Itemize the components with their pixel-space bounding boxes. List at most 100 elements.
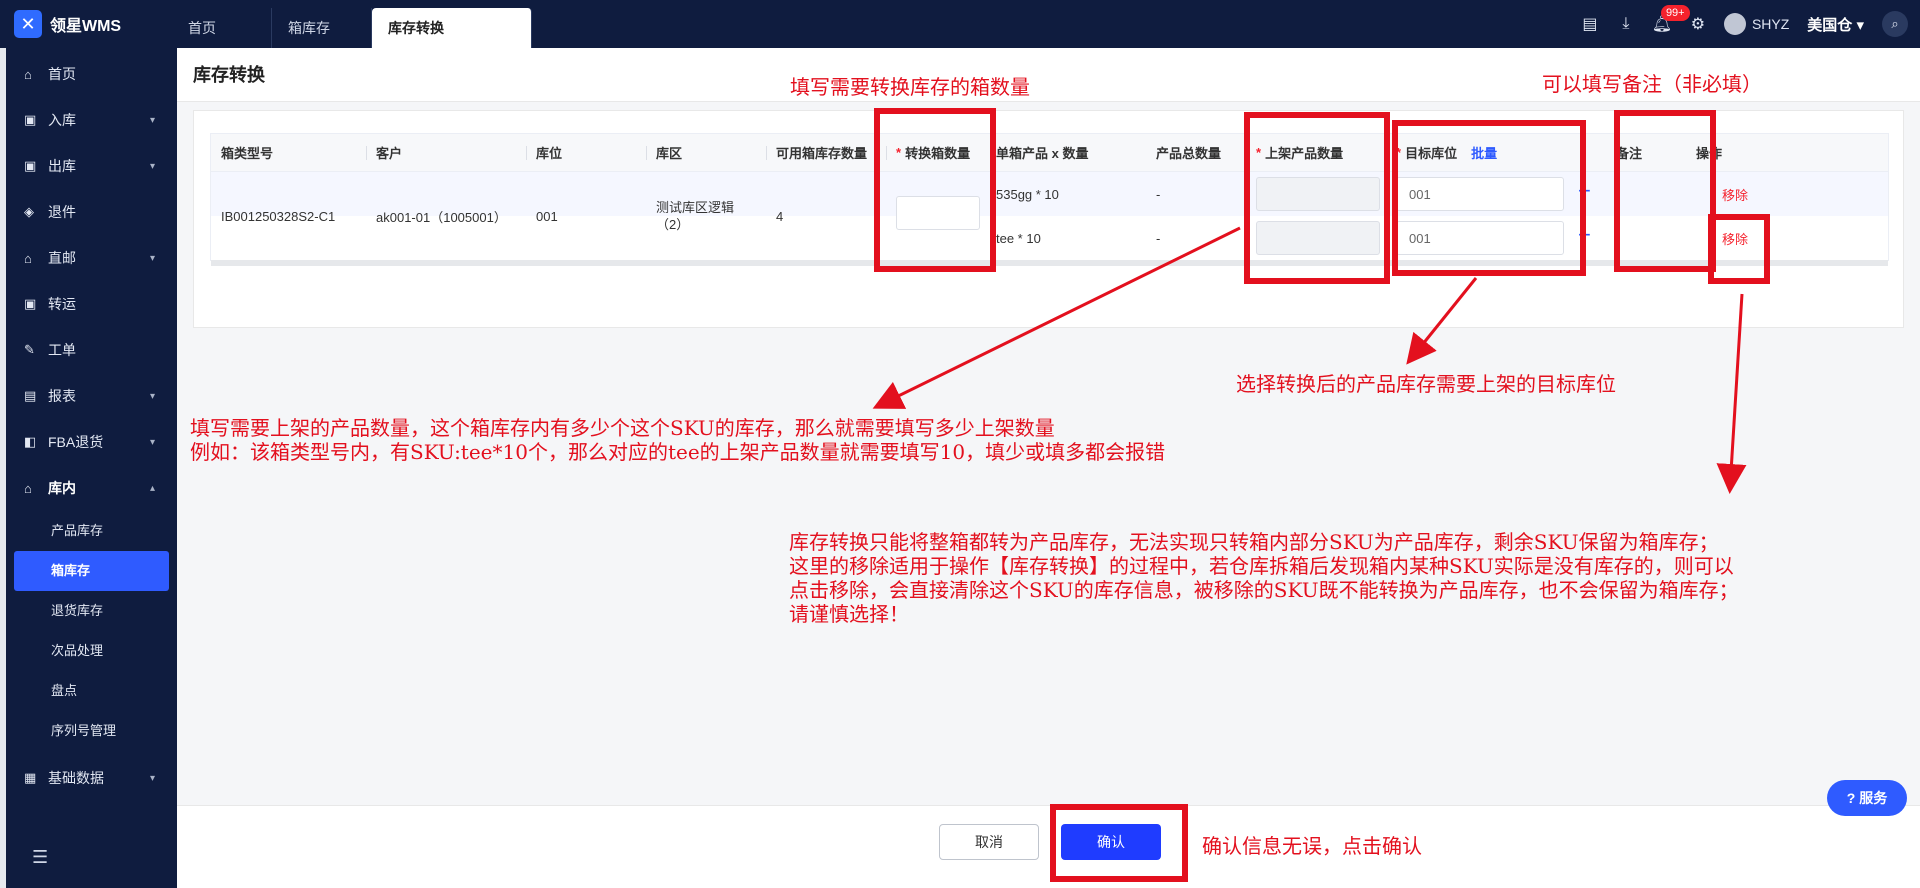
sidebar-item-transfer[interactable]: ▣ 转运 (6, 281, 177, 327)
collapse-menu-icon[interactable]: ☰ (32, 847, 48, 868)
sidebar-sub-product-inventory[interactable]: 产品库存 (6, 511, 177, 551)
sidebar-item-home[interactable]: ⌂ 首页 (6, 51, 177, 97)
sidebar-item-label: 退件 (48, 204, 76, 220)
sidebar-item-label: 首页 (48, 66, 76, 82)
annotation-confirm: 确认信息无误，点击确认 (1202, 834, 1422, 858)
sidebar-item-direct-mail[interactable]: ⌂ 直邮 ▾ (6, 235, 177, 281)
sidebar-item-returns[interactable]: ◈ 退件 (6, 189, 177, 235)
cell-available: 4 (776, 208, 784, 224)
sidebar-sub-serial[interactable]: 序列号管理 (6, 711, 177, 751)
header-actions: ▤ ⤓ 🔔︎ 99+ ⚙ SHYZ 美国仓 ▾ ⌕ (1572, 0, 1920, 48)
sidebar-sub-stocktake[interactable]: 盘点 (6, 671, 177, 711)
sidebar-item-label: 工单 (48, 342, 76, 358)
col-label: 箱类型号 (221, 146, 274, 161)
bell-icon[interactable]: 🔔︎ 99+ (1647, 5, 1690, 39)
annotation-box-shelve-qty (1244, 112, 1390, 284)
help-icon: ? (1846, 790, 1856, 806)
zone-sub: （2） (656, 217, 690, 232)
remove-link-1[interactable]: 移除 (1722, 185, 1748, 204)
service-label: 服务 (1859, 790, 1888, 806)
cell-customer: ak001-01（1005001） (376, 209, 507, 225)
clipboard-icon[interactable]: ▤ (1575, 9, 1605, 39)
fba-icon: ◧ (24, 434, 37, 449)
annotation-box-remark (1614, 110, 1716, 272)
service-button[interactable]: ? 服务 (1827, 780, 1907, 816)
col-available: 可用箱库存数量 (766, 134, 886, 171)
cell-box-type: IB001250328S2-C1 (221, 208, 336, 224)
col-total-qty: 产品总数量 (1146, 134, 1246, 171)
cell-product-1: 535gg * 10 (996, 186, 1059, 202)
sidebar-item-fba-returns[interactable]: ◧ FBA退货 ▾ (6, 419, 177, 465)
sidebar-item-work-order[interactable]: ✎ 工单 (6, 327, 177, 373)
sidebar-item-inbound[interactable]: ▣ 入库 ▾ (6, 97, 177, 143)
warehouse-select[interactable]: 美国仓 ▾ (1807, 14, 1864, 35)
grid-icon: ▦ (24, 770, 37, 785)
cell-location: 001 (536, 208, 558, 224)
zone-name: 测试库区逻辑 (656, 200, 735, 215)
chevron-down-icon: ▾ (149, 436, 155, 448)
chevron-down-icon: ▾ (149, 772, 155, 784)
tab-box-inventory[interactable]: 箱库存 (272, 8, 372, 48)
sidebar-item-label: 报表 (48, 388, 76, 404)
annotation-remove-4: 请谨慎选择！ (789, 602, 909, 626)
transfer-icon: ▣ (24, 296, 37, 311)
sidebar-item-basic-data[interactable]: ▦ 基础数据 ▾ (6, 755, 177, 801)
cell-zone: 测试库区逻辑 （2） (646, 172, 734, 260)
col-label: 单箱产品 x 数量 (996, 146, 1089, 161)
annotation-remove-2: 这里的移除适用于操作【库存转换】的过程中，若仓库拆箱后发现箱内某种SKU实际是没… (789, 554, 1734, 578)
warehouse-icon: ⌂ (24, 480, 32, 496)
sidebar-sub-box-inventory[interactable]: 箱库存 (14, 551, 169, 591)
user-name[interactable]: SHYZ (1752, 16, 1789, 32)
download-icon[interactable]: ⤓ (1611, 9, 1641, 39)
sidebar-item-label: 直邮 (48, 250, 76, 266)
col-unit-product: 单箱产品 x 数量 (986, 134, 1146, 171)
sidebar-sub-return-inventory[interactable]: 退货库存 (6, 591, 177, 631)
home-icon: ⌂ (24, 66, 32, 82)
return-icon: ◈ (24, 204, 34, 219)
annotation-remove-1: 库存转换只能将整箱都转为产品库存，无法实现只转箱内部分SKU为产品库存，剩余SK… (789, 530, 1719, 554)
work-order-icon: ✎ (24, 342, 35, 357)
sidebar-item-label: 入库 (48, 112, 76, 128)
tab-home[interactable]: 首页 (172, 8, 272, 48)
sidebar-item-reports[interactable]: ▤ 报表 ▾ (6, 373, 177, 419)
sidebar-sub-defective[interactable]: 次品处理 (6, 631, 177, 671)
annotation-box-target-location (1392, 120, 1586, 276)
annotation-convert-qty: 填写需要转换库存的箱数量 (790, 75, 1030, 99)
footer-bar: 取消 确认 (177, 805, 1920, 888)
chevron-down-icon: ▾ (149, 390, 155, 402)
gear-icon[interactable]: ⚙ (1683, 9, 1713, 39)
outbound-icon: ▣ (24, 158, 37, 173)
avatar[interactable] (1723, 13, 1746, 35)
annotation-remove-3: 点击移除，会直接清除这个SKU的库存信息，被移除的SKU既不能转换为产品库存，也… (789, 578, 1739, 602)
chevron-down-icon: ▾ (149, 114, 155, 126)
col-label: 可用箱库存数量 (776, 146, 868, 161)
col-label: 库区 (656, 146, 683, 161)
chevron-down-icon: ▾ (149, 160, 155, 172)
report-icon: ▤ (24, 388, 37, 403)
annotation-box-convert-qty (874, 108, 996, 272)
sidebar-item-label: 出库 (48, 158, 76, 174)
sidebar-item-label: 库内 (48, 480, 76, 496)
col-zone: 库区 (646, 134, 766, 171)
tab-bar: 首页 箱库存 库存转换 (172, 8, 532, 48)
col-label: 客户 (376, 146, 403, 161)
col-location: 库位 (526, 134, 646, 171)
search-icon[interactable]: ⌕ (1882, 11, 1908, 37)
sidebar-item-warehouse-internal[interactable]: ⌂ 库内 ▴ (6, 465, 177, 511)
cancel-button[interactable]: 取消 (939, 824, 1039, 860)
col-label: 产品总数量 (1156, 146, 1222, 161)
cell-total-1: - (1156, 186, 1161, 202)
chevron-up-icon: ▴ (149, 482, 155, 494)
sidebar-item-label: 转运 (48, 296, 76, 312)
logo-icon: ✕ (14, 10, 42, 38)
sidebar-item-outbound[interactable]: ▣ 出库 ▾ (6, 143, 177, 189)
warehouse-label: 美国仓 (1807, 16, 1853, 34)
app-logo[interactable]: ✕ 领星WMS (14, 10, 121, 38)
cell-total-2: - (1156, 230, 1161, 246)
sidebar-item-label: FBA退货 (48, 434, 104, 450)
annotation-box-confirm (1050, 804, 1188, 882)
sidebar: ⌂ 首页 ▣ 入库 ▾ ▣ 出库 ▾ ◈ 退件 ⌂ 直邮 ▾ ▣ 转运 ✎ 工单 ▤ 报表 ▾ ◧ FBA… (0, 48, 177, 888)
annotation-shelve-qty-2: 例如：该箱类型号内，有SKU:tee*10个，那么对应的tee的上架产品数量就需… (190, 440, 1166, 464)
tab-inventory-convert[interactable]: 库存转换 (372, 8, 532, 48)
annotation-box-remove (1708, 214, 1770, 284)
